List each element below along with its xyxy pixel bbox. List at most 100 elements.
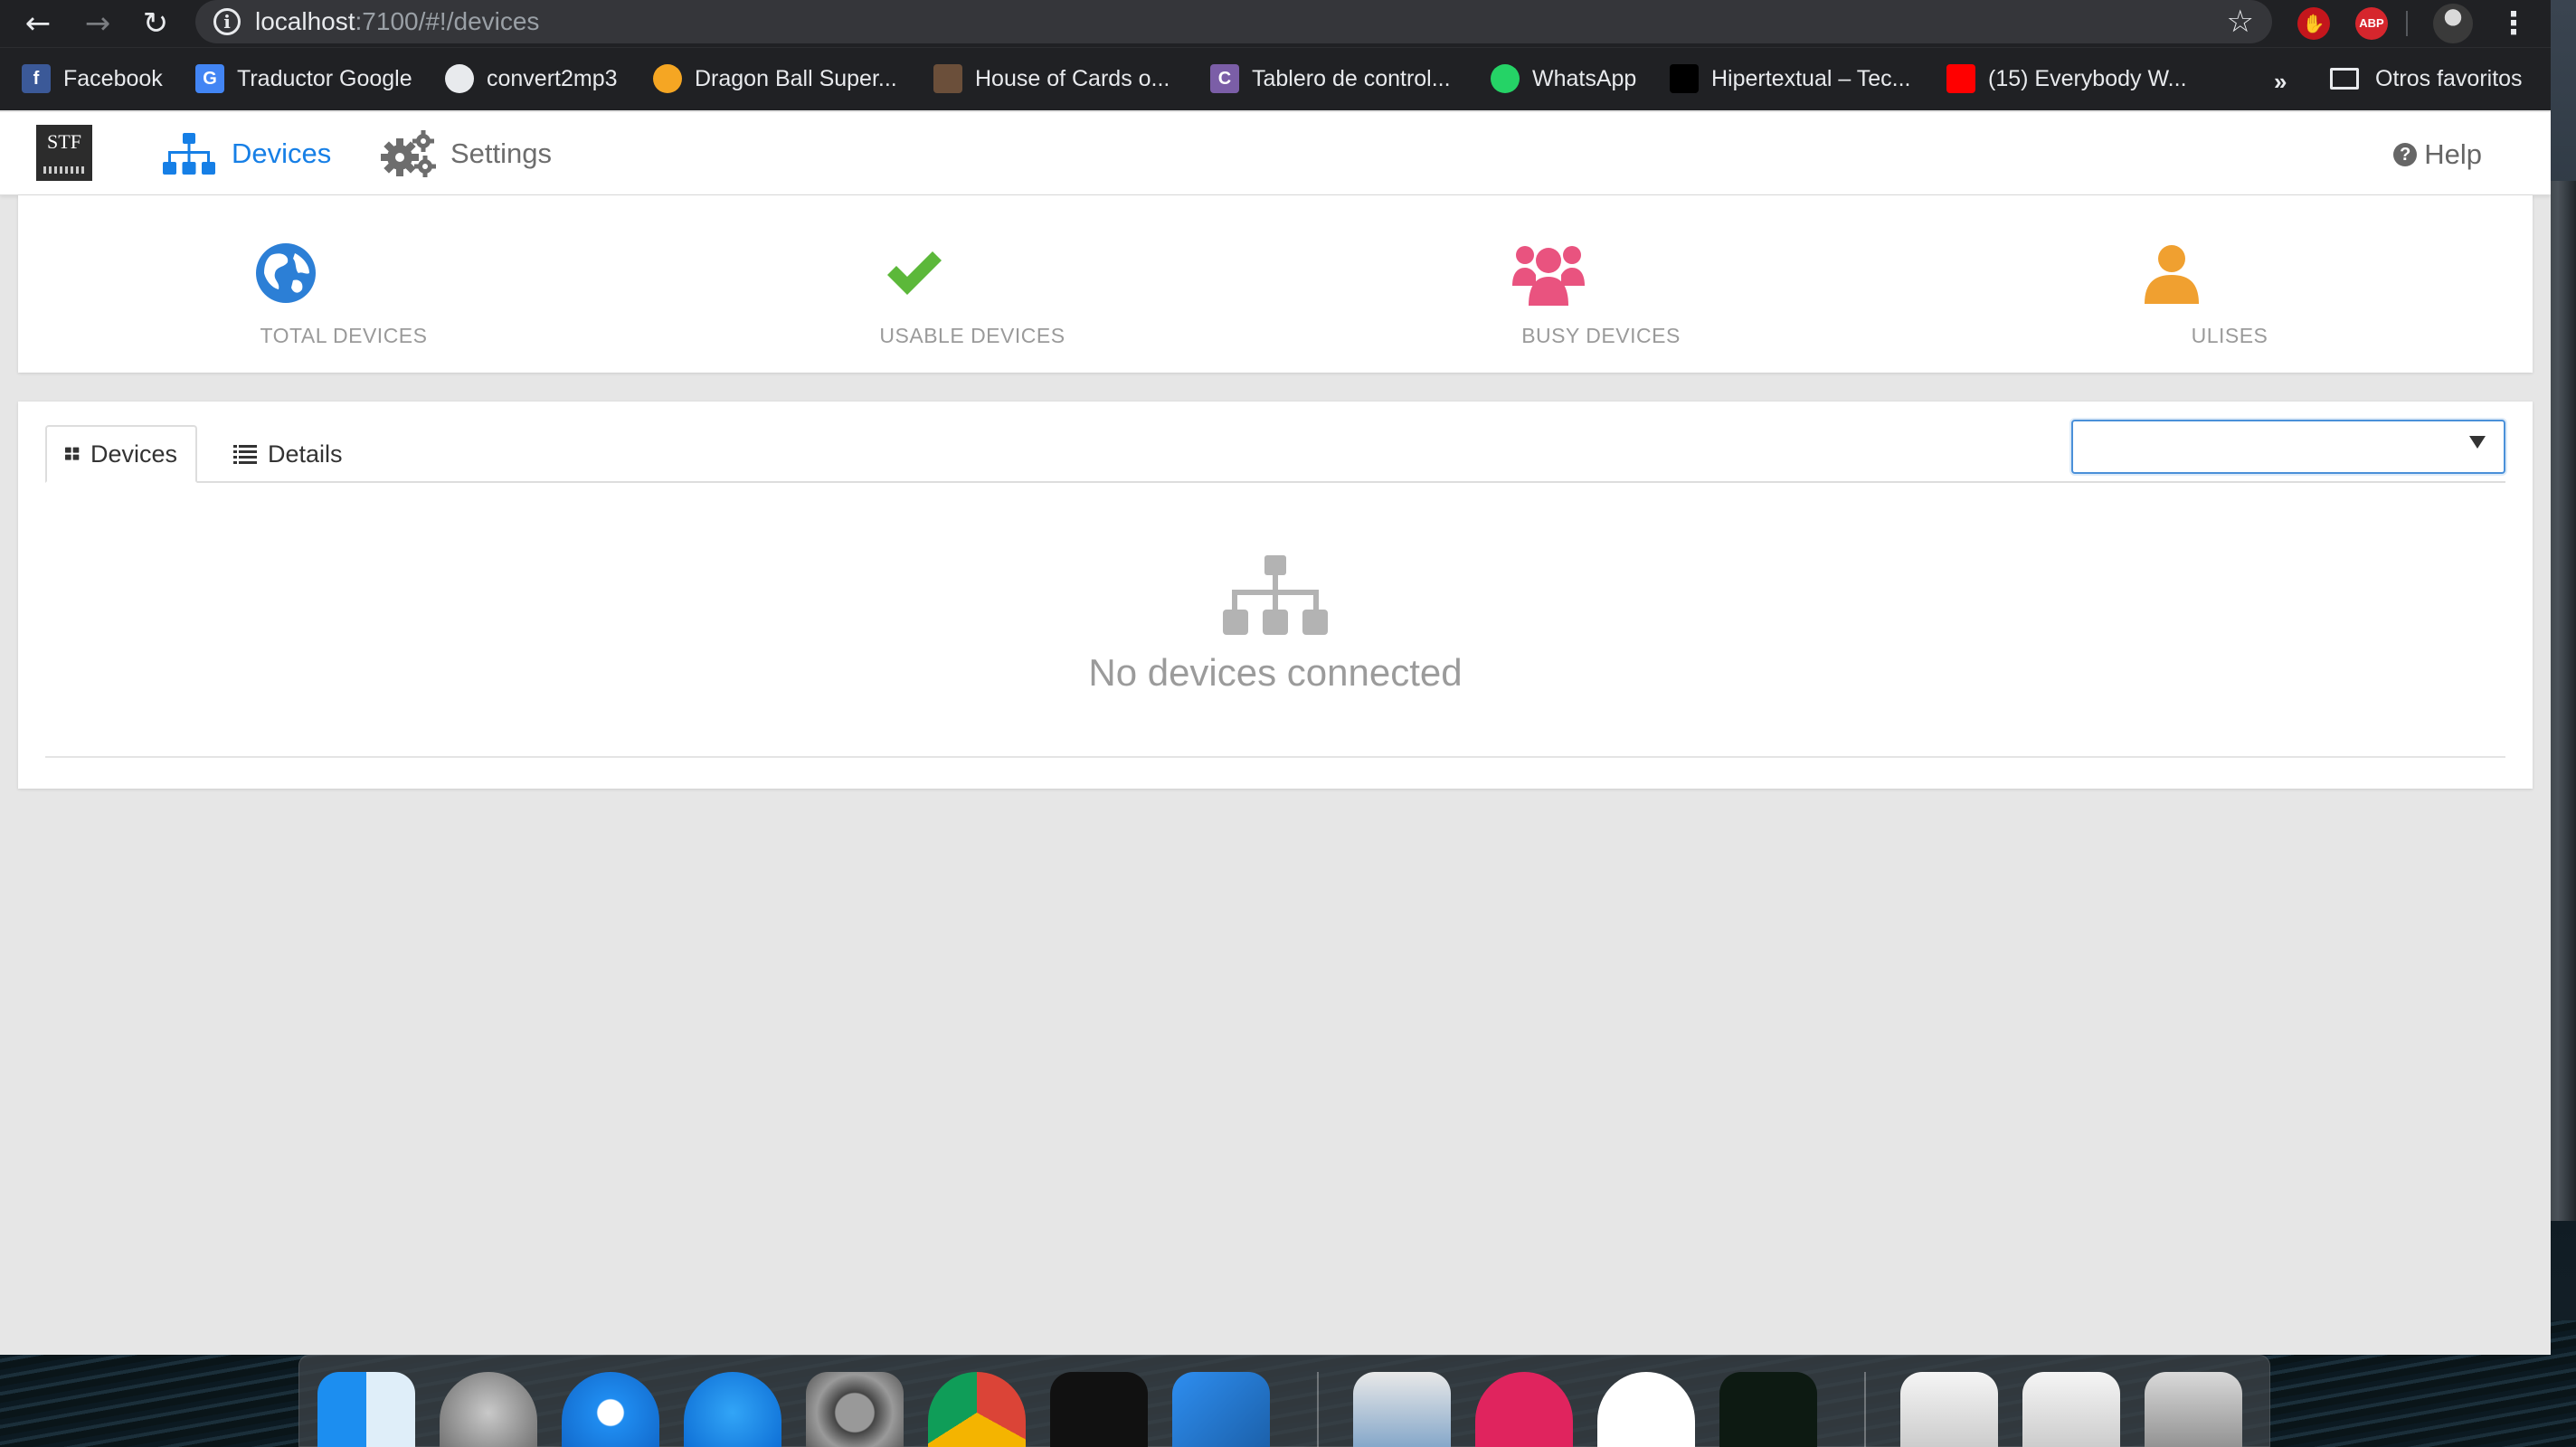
app-store-icon[interactable] [684, 1372, 781, 1447]
sitemap-icon [1223, 555, 1328, 635]
tab-details[interactable]: Details [215, 425, 361, 483]
hipertextual-icon [1670, 64, 1699, 93]
bookmark-label: Traductor Google [237, 65, 412, 91]
bookmark-label: WhatsApp [1532, 65, 1637, 91]
stat-usable-devices: 0 USABLE DEVICES [782, 222, 1162, 358]
bookmark-6[interactable]: C Tablero de control... [1210, 61, 1451, 97]
profile-avatar[interactable] [2433, 4, 2473, 43]
stf-logo[interactable]: STF [36, 125, 92, 181]
reload-icon[interactable]: ↻ [137, 5, 174, 42]
chrome-icon[interactable] [928, 1372, 1026, 1447]
preview-icon[interactable] [1353, 1372, 1451, 1447]
globe-icon [256, 243, 316, 303]
finder-icon[interactable] [317, 1372, 415, 1447]
browser-toolbar: ← → ↻ i localhost:7100/#!/devices ☆ ✋ AB… [0, 0, 2551, 47]
bookmark-4[interactable]: Dragon Ball Super... [653, 61, 897, 97]
ublock-extension-icon[interactable]: ✋ [2297, 7, 2330, 40]
bookmark-7[interactable]: WhatsApp [1491, 61, 1636, 97]
adblock-plus-extension-icon[interactable]: ABP [2355, 7, 2388, 40]
launchpad-icon[interactable] [440, 1372, 537, 1447]
nav-settings-link[interactable]: Settings [380, 127, 552, 181]
other-bookmarks-button[interactable]: Otros favoritos [2330, 61, 2523, 97]
nav-help-link[interactable]: ? Help [2393, 132, 2482, 177]
convert2mp3-icon [445, 64, 474, 93]
question-circle-icon: ? [2393, 143, 2418, 166]
stat-user-label: ULISES [2191, 324, 2268, 347]
nav-devices-link[interactable]: Devices [163, 130, 331, 177]
dragonball-icon [653, 64, 682, 93]
checkmark-icon [887, 251, 942, 295]
tab-devices[interactable]: Devices [45, 425, 197, 483]
trash-icon[interactable] [2145, 1372, 2242, 1447]
url-text[interactable]: localhost:7100/#!/devices [255, 7, 539, 36]
other-bookmarks-label: Otros favoritos [2375, 65, 2523, 91]
flickr-icon[interactable] [1475, 1372, 1573, 1447]
bookmarks-overflow-button[interactable]: » [2274, 68, 2287, 96]
facebook-icon: f [22, 64, 51, 93]
stf-logo-text: STF [47, 130, 81, 153]
nav-settings-label: Settings [450, 137, 553, 169]
list-icon [233, 445, 257, 464]
url-host: localhost [255, 7, 355, 35]
stat-busy-label: BUSY DEVICES [1521, 324, 1681, 347]
sitemap-icon [163, 133, 215, 175]
kebab-menu-icon[interactable]: ⋮ [2498, 4, 2529, 43]
google-translate-icon: G [195, 64, 224, 93]
toolbar-divider [2406, 11, 2408, 36]
xcode-icon[interactable] [1172, 1372, 1270, 1447]
stat-usable-label: USABLE DEVICES [879, 324, 1065, 347]
safari-icon[interactable] [562, 1372, 659, 1447]
stf-navbar: STF Devices Settings ? Help [0, 112, 2551, 195]
bookmark-5[interactable]: House of Cards o... [933, 61, 1170, 97]
site-info-icon[interactable]: i [213, 8, 241, 35]
forward-arrow-icon[interactable]: → [80, 5, 116, 42]
whatsapp-icon [1491, 64, 1520, 93]
downloads-icon[interactable] [2022, 1372, 2120, 1447]
bookmark-label: (15) Everybody W... [1988, 65, 2187, 91]
user-icon [2145, 245, 2199, 304]
stf-logo-bars [43, 166, 85, 174]
browser-window: ← → ↻ i localhost:7100/#!/devices ☆ ✋ AB… [0, 0, 2551, 1355]
bookmark-label: Facebook [63, 65, 163, 91]
bookmark-label: Tablero de control... [1252, 65, 1451, 91]
plex-icon [933, 64, 962, 93]
bookmark-3[interactable]: convert2mp3 [445, 61, 618, 97]
youtube-icon [1946, 64, 1975, 93]
address-bar[interactable]: i localhost:7100/#!/devices ☆ [195, 0, 2272, 43]
stat-usable-count: 0 [972, 241, 1014, 311]
dock-divider [1864, 1372, 1866, 1447]
nav-devices-label: Devices [232, 137, 332, 169]
bookmark-label: Dragon Ball Super... [695, 65, 897, 91]
device-stats-panel: 0 TOTAL DEVICES 0 USABLE DEVICES 0 BUSY … [18, 195, 2533, 373]
bookmark-2[interactable]: G Traductor Google [195, 61, 412, 97]
macos-dock [298, 1355, 2270, 1447]
stat-total-devices: 0 TOTAL DEVICES [154, 222, 534, 358]
stat-user-devices: 0 ULISES [2040, 222, 2420, 358]
device-filter-select[interactable] [2071, 420, 2505, 474]
bookmarks-bar: f Facebook G Traductor Google convert2mp3 Dra… [0, 47, 2551, 110]
empty-state-message: No devices connected [1088, 651, 1463, 694]
tab-details-label: Details [268, 440, 343, 468]
bookmark-8[interactable]: Hipertextual – Tec... [1670, 61, 1910, 97]
stat-total-count: 0 [344, 241, 385, 311]
bookmark-1[interactable]: f Facebook [22, 61, 163, 97]
bookmark-label: House of Cards o... [975, 65, 1170, 91]
stat-user-count: 0 [2230, 241, 2271, 311]
system-preferences-icon[interactable] [806, 1372, 904, 1447]
tab-devices-label: Devices [90, 440, 177, 468]
flickr-alt-icon[interactable] [1597, 1372, 1695, 1447]
nav-help-label: Help [2424, 138, 2482, 170]
back-arrow-icon[interactable]: ← [20, 5, 56, 42]
canva-icon: C [1210, 64, 1239, 93]
terminal-icon[interactable] [1050, 1372, 1148, 1447]
documents-icon[interactable] [1900, 1372, 1998, 1447]
activity-monitor-icon[interactable] [1719, 1372, 1817, 1447]
bookmark-9[interactable]: (15) Everybody W... [1946, 61, 2187, 97]
bookmark-star-icon[interactable]: ☆ [2227, 4, 2254, 40]
folder-icon [2330, 68, 2359, 90]
bookmark-label: convert2mp3 [487, 65, 618, 91]
dock-divider [1317, 1372, 1319, 1447]
stat-total-label: TOTAL DEVICES [260, 324, 428, 347]
bookmark-label: Hipertextual – Tec... [1711, 65, 1911, 91]
panel-divider [45, 756, 2505, 758]
